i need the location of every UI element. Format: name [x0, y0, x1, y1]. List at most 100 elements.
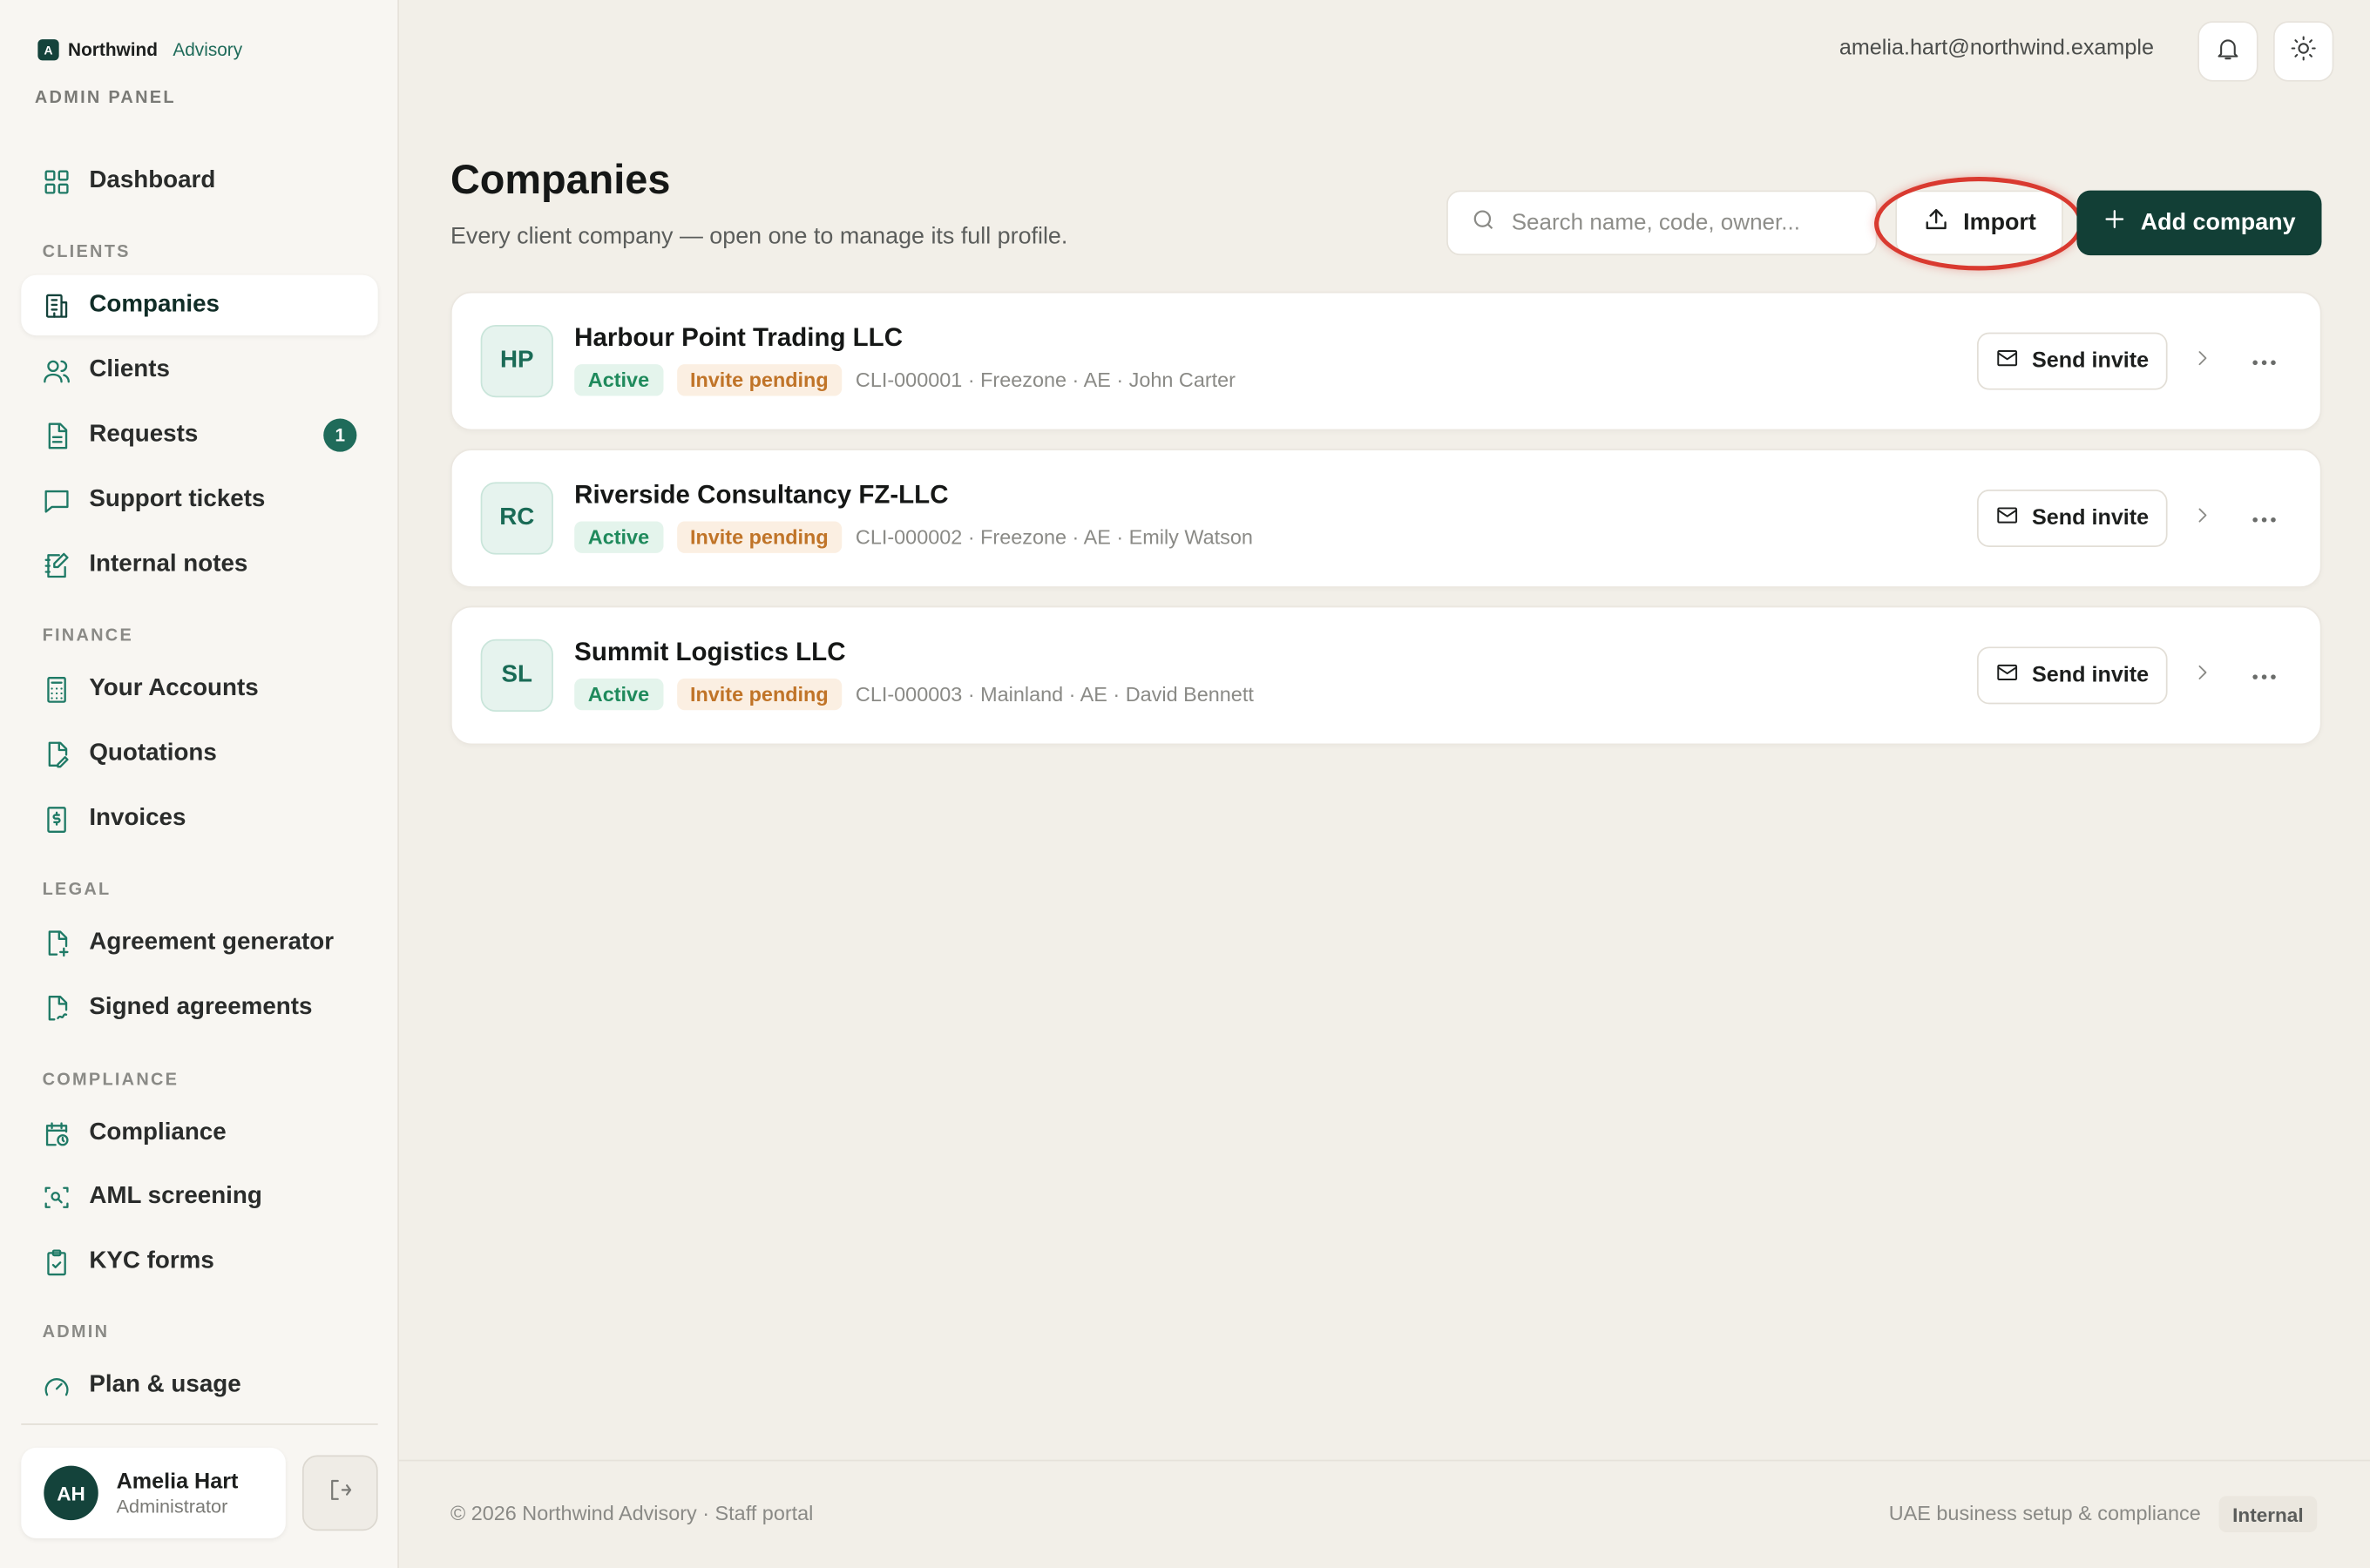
- company-name[interactable]: Riverside Consultancy FZ-LLC: [574, 481, 948, 511]
- section-finance: FINANCE: [42, 626, 134, 645]
- company-row[interactable]: SL Summit Logistics LLC Active Invite pe…: [450, 605, 2322, 746]
- logout-button[interactable]: [301, 1455, 378, 1531]
- sidebar-divider: [21, 1423, 378, 1425]
- search-icon: [1448, 206, 1512, 240]
- send-invite-button[interactable]: Send invite: [1976, 490, 2168, 547]
- sidebar-item-support-tickets[interactable]: Support tickets: [21, 470, 377, 530]
- file-text-icon: [41, 420, 71, 450]
- open-company-button[interactable]: [2187, 346, 2218, 376]
- sidebar-item-label: Quotations: [89, 740, 217, 767]
- sidebar-item-kyc-forms[interactable]: KYC forms: [21, 1232, 377, 1292]
- company-meta: Active Invite pending CLI-000001 · Freez…: [574, 364, 1236, 396]
- status-badge: Active: [574, 678, 663, 711]
- sidebar-item-label: Companies: [89, 291, 220, 318]
- sidebar-item-companies[interactable]: Companies: [21, 274, 378, 336]
- theme-toggle-button[interactable]: [2272, 21, 2334, 82]
- sidebar-item-compliance[interactable]: Compliance: [21, 1103, 377, 1163]
- file-signature-icon: [41, 993, 71, 1024]
- company-name[interactable]: Summit Logistics LLC: [574, 638, 845, 668]
- ellipsis-icon: [2251, 504, 2278, 531]
- company-row[interactable]: HP Harbour Point Trading LLC Active Invi…: [450, 291, 2322, 431]
- users-icon: [41, 355, 71, 386]
- company-avatar: SL: [480, 639, 553, 713]
- open-company-button[interactable]: [2187, 504, 2218, 534]
- sidebar-item-label: KYC forms: [89, 1247, 214, 1274]
- sidebar-item-invoices[interactable]: Invoices: [21, 789, 377, 849]
- section-clients: CLIENTS: [42, 243, 131, 262]
- sidebar-item-internal-notes[interactable]: Internal notes: [21, 535, 377, 595]
- ellipsis-icon: [2251, 662, 2278, 689]
- invite-badge: Invite pending: [676, 521, 843, 553]
- sidebar-item-requests[interactable]: Requests 1: [21, 405, 377, 465]
- send-invite-button[interactable]: Send invite: [1976, 332, 2168, 390]
- footer-divider: [398, 1459, 2370, 1462]
- sidebar-item-label: Internal notes: [89, 551, 248, 578]
- sidebar-item-dashboard[interactable]: Dashboard: [21, 151, 377, 211]
- more-actions-button[interactable]: [2242, 658, 2287, 694]
- admin-panel-label: ADMIN PANEL: [34, 89, 176, 108]
- upload-icon: [1922, 206, 1949, 240]
- more-actions-button[interactable]: [2242, 500, 2287, 537]
- chevron-right-icon: [2191, 347, 2212, 375]
- search-input[interactable]: [1511, 210, 1845, 236]
- status-badge: Active: [574, 521, 663, 553]
- mail-icon: [1995, 660, 2020, 691]
- send-invite-button[interactable]: Send invite: [1976, 646, 2168, 705]
- mail-icon: [1995, 346, 2020, 376]
- log-out-icon: [327, 1476, 354, 1511]
- sidebar-item-clients[interactable]: Clients: [21, 340, 377, 400]
- file-pen-icon: [41, 739, 71, 769]
- user-name: Amelia Hart: [116, 1469, 239, 1494]
- footer-copyright: © 2026 Northwind Advisory · Staff portal: [450, 1502, 814, 1525]
- add-company-button[interactable]: Add company: [2076, 190, 2322, 256]
- sidebar-item-agreement-generator[interactable]: Agreement generator: [21, 913, 377, 973]
- footer-tagline: UAE business setup & compliance: [1888, 1502, 2201, 1525]
- clipboard-check-icon: [41, 1247, 71, 1277]
- sidebar-item-label: Agreement generator: [89, 929, 335, 956]
- sidebar-item-your-accounts[interactable]: Your Accounts: [21, 659, 377, 719]
- page-title: Companies: [450, 157, 671, 203]
- company-row[interactable]: RC Riverside Consultancy FZ-LLC Active I…: [450, 449, 2322, 588]
- message-icon: [41, 485, 71, 516]
- import-button[interactable]: Import: [1895, 190, 2063, 256]
- sidebar-item-aml-screening[interactable]: AML screening: [21, 1166, 377, 1227]
- brand[interactable]: A Northwind Advisory: [37, 39, 243, 61]
- user-email: amelia.hart@northwind.example: [1838, 36, 2154, 61]
- company-meta: Active Invite pending CLI-000002 · Freez…: [574, 521, 1253, 553]
- company-info: CLI-000003 · Mainland · AE · David Benne…: [855, 683, 1254, 706]
- chevron-right-icon: [2191, 661, 2212, 690]
- sun-icon: [2290, 34, 2317, 69]
- sidebar-item-label: AML screening: [89, 1183, 262, 1209]
- user-role: Administrator: [116, 1495, 228, 1517]
- building-icon: [41, 290, 71, 321]
- grid-icon: [41, 166, 71, 197]
- user-card[interactable]: AH Amelia Hart Administrator: [21, 1447, 286, 1538]
- sidebar-item-quotations[interactable]: Quotations: [21, 724, 377, 784]
- notifications-button[interactable]: [2197, 21, 2258, 82]
- gauge-icon: [41, 1370, 71, 1401]
- sidebar-item-plan-usage[interactable]: Plan & usage: [21, 1355, 377, 1416]
- chevron-right-icon: [2191, 504, 2212, 533]
- receipt-icon: [41, 804, 71, 835]
- brand-suffix: Advisory: [173, 39, 243, 61]
- sidebar-item-label: Invoices: [89, 805, 186, 832]
- section-legal: LEGAL: [42, 881, 112, 900]
- open-company-button[interactable]: [2187, 660, 2218, 691]
- calculator-icon: [41, 674, 71, 705]
- add-company-label: Add company: [2140, 209, 2296, 235]
- ellipsis-icon: [2251, 348, 2278, 375]
- brand-logo-icon: A: [37, 39, 59, 61]
- company-avatar: RC: [480, 482, 553, 555]
- notebook-pen-icon: [41, 550, 71, 580]
- search-box[interactable]: [1446, 190, 1878, 256]
- company-name[interactable]: Harbour Point Trading LLC: [574, 323, 903, 354]
- company-meta: Active Invite pending CLI-000003 · Mainl…: [574, 678, 1254, 711]
- page-subtitle: Every client company — open one to manag…: [450, 223, 1068, 250]
- sidebar: A Northwind Advisory ADMIN PANEL Dashboa…: [0, 0, 399, 1568]
- sidebar-item-label: Signed agreements: [89, 994, 313, 1020]
- mail-icon: [1995, 504, 2020, 534]
- company-info: CLI-000002 · Freezone · AE · Emily Watso…: [855, 525, 1253, 549]
- more-actions-button[interactable]: [2242, 343, 2287, 380]
- internal-badge: Internal: [2218, 1496, 2318, 1532]
- sidebar-item-signed-agreements[interactable]: Signed agreements: [21, 977, 377, 1037]
